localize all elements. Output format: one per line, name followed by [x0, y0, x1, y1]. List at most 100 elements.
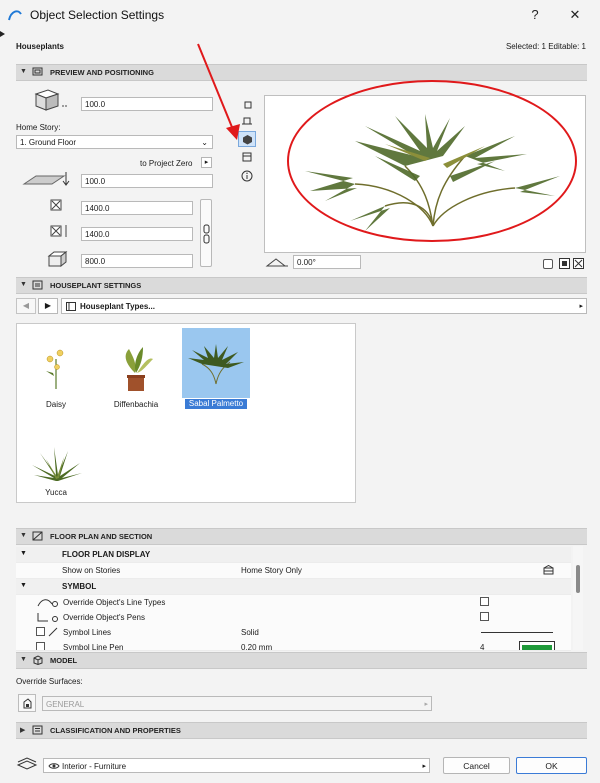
section-floor-plan[interactable]: ▼ FLOOR PLAN AND SECTION — [16, 528, 587, 545]
mirror-y-icon — [573, 258, 584, 269]
daisy-item[interactable] — [36, 345, 76, 395]
info-button[interactable] — [241, 170, 253, 182]
close-button[interactable]: ✕ — [560, 4, 590, 26]
section-classification[interactable]: ▶ CLASSIFICATION AND PROPERTIES — [16, 722, 587, 739]
show-on-stories-row[interactable]: Show on Stories Home Story Only — [16, 563, 571, 579]
chevron-right-icon: ▸ — [424, 701, 428, 708]
rotation-field[interactable]: 0.00° — [293, 255, 361, 269]
override-pens-row[interactable]: Override Object's Pens — [16, 610, 571, 626]
chevron-right-icon: ▸ — [579, 303, 583, 310]
chain-link-icon — [203, 224, 210, 244]
override-line-types-row[interactable]: Override Object's Line Types — [16, 595, 571, 611]
sabal-palmetto-item[interactable] — [182, 328, 250, 398]
diagonal-line-icon — [48, 627, 58, 637]
override-line-types-label: Override Object's Line Types — [63, 598, 166, 607]
surface-override-button[interactable] — [18, 694, 36, 712]
scrollbar-thumb[interactable] — [576, 565, 580, 593]
mirror-x-button[interactable] — [559, 258, 570, 269]
floor-plan-display-row[interactable]: ▼ FLOOR PLAN DISPLAY — [16, 547, 571, 563]
pen-override-icon — [37, 613, 58, 622]
section-title: CLASSIFICATION AND PROPERTIES — [50, 726, 181, 735]
collapse-arrow-icon[interactable]: ▼ — [20, 656, 27, 663]
surface-select[interactable]: GENERAL ▸ — [42, 696, 432, 711]
override-pens-label: Override Object's Pens — [63, 613, 146, 622]
page-select[interactable]: Houseplant Types... ▸ — [61, 298, 587, 314]
height-dimension-icon — [47, 250, 68, 268]
view-elevation-button[interactable] — [241, 151, 253, 163]
collapse-arrow-icon[interactable]: ▼ — [20, 550, 27, 557]
elevation-field[interactable]: 100.0 — [81, 174, 213, 188]
story-building-icon — [543, 565, 554, 575]
home-story-label: Home Story: — [16, 123, 61, 132]
type-label-daisy: Daisy — [45, 400, 66, 409]
depth-field[interactable]: 1400.0 — [81, 227, 193, 241]
symbol-lines-value[interactable]: Solid — [241, 628, 259, 637]
collapse-arrow-icon[interactable]: ▼ — [20, 281, 27, 288]
depth-dimension-icon — [50, 225, 67, 237]
section-preview-positioning[interactable]: ▼ PREVIEW AND POSITIONING — [16, 64, 587, 81]
object-name: Houseplants — [16, 42, 65, 51]
width-field[interactable]: 1400.0 — [81, 201, 193, 215]
show-on-stories-value[interactable]: Home Story Only — [241, 566, 302, 575]
ok-button[interactable]: OK — [516, 757, 587, 774]
section-title: MODEL — [50, 656, 78, 665]
project-zero-button[interactable]: ▸ — [201, 157, 212, 168]
yucca-item[interactable] — [28, 445, 84, 485]
archicad-logo-icon — [8, 10, 22, 21]
rotation-angle-icon — [265, 258, 288, 267]
chain-lock-button[interactable] — [200, 199, 212, 267]
symbol-line-pen-value[interactable]: 0.20 mm — [241, 643, 272, 650]
help-button[interactable]: ? — [520, 4, 550, 26]
collapse-arrow-icon[interactable]: ▼ — [20, 68, 27, 75]
eye-icon — [48, 763, 60, 769]
symbol-line-pen-row[interactable]: Symbol Line Pen 0.20 mm 4 — [16, 640, 571, 651]
prev-page-button[interactable]: ◀ — [16, 298, 36, 314]
diffenbachia-item[interactable] — [115, 343, 157, 395]
override-surfaces-label: Override Surfaces: — [16, 677, 83, 686]
symbol-lines-label: Symbol Lines — [63, 628, 112, 637]
cancel-button[interactable]: Cancel — [443, 757, 510, 774]
annotation-ellipse — [287, 80, 577, 242]
section-houseplant-settings[interactable]: ▼ HOUSEPLANT SETTINGS — [16, 277, 587, 294]
expand-arrow-icon[interactable]: ▶ — [20, 726, 25, 734]
symbol-line-pen-checkbox[interactable] — [36, 642, 45, 650]
sabal-palmetto-plant-icon — [188, 344, 244, 385]
property-list-scrollbar[interactable] — [573, 546, 583, 650]
preview-section-icon — [32, 67, 43, 76]
section-model[interactable]: ▼ MODEL — [16, 652, 587, 669]
collapse-arrow-icon[interactable]: ▼ — [20, 582, 27, 589]
override-line-types-checkbox[interactable] — [480, 597, 489, 606]
layer-value: Interior - Furniture — [62, 762, 127, 771]
show-on-stories-label: Show on Stories — [62, 566, 121, 575]
override-pens-checkbox[interactable] — [480, 612, 489, 621]
settings-section-icon — [32, 280, 43, 290]
home-story-select[interactable]: 1. Ground Floor ⌄ — [16, 135, 213, 149]
layer-select[interactable]: Interior - Furniture ▸ — [43, 758, 430, 773]
collapse-arrow-icon[interactable]: ▼ — [20, 532, 27, 539]
yucca-plant-icon — [32, 447, 82, 481]
width-dimension-icon — [50, 199, 62, 211]
home-story-value: 1. Ground Floor — [20, 138, 77, 147]
symbol-lines-checkbox[interactable] — [36, 627, 45, 636]
elevation-view-icon — [242, 152, 252, 162]
surface-value: GENERAL — [46, 700, 85, 709]
symbol-line-pen-number: 4 — [480, 643, 485, 651]
mirror-checkbox[interactable] — [543, 259, 553, 269]
pen-color-swatch[interactable] — [519, 641, 555, 650]
symbol-lines-row[interactable]: Symbol Lines Solid — [16, 625, 571, 641]
type-label-diffenbachia: Diffenbachia — [113, 400, 159, 409]
symbol-row[interactable]: ▼ SYMBOL — [16, 579, 571, 595]
offset-box-icon — [34, 89, 68, 111]
page-select-value: Houseplant Types... — [80, 302, 155, 311]
mirror-x-icon — [559, 258, 570, 269]
height-field[interactable]: 800.0 — [81, 254, 193, 268]
classification-list-icon — [32, 725, 43, 735]
floor-plan-section-icon — [32, 531, 43, 541]
section-title: HOUSEPLANT SETTINGS — [50, 281, 142, 290]
symbol-line-pen-label: Symbol Line Pen — [63, 643, 124, 651]
next-page-button[interactable]: ▶ — [38, 298, 58, 314]
elevation-plane-icon — [22, 172, 70, 186]
solid-line-preview — [481, 632, 553, 633]
mirror-y-button[interactable] — [573, 258, 584, 269]
edge-marker-icon — [0, 30, 5, 37]
